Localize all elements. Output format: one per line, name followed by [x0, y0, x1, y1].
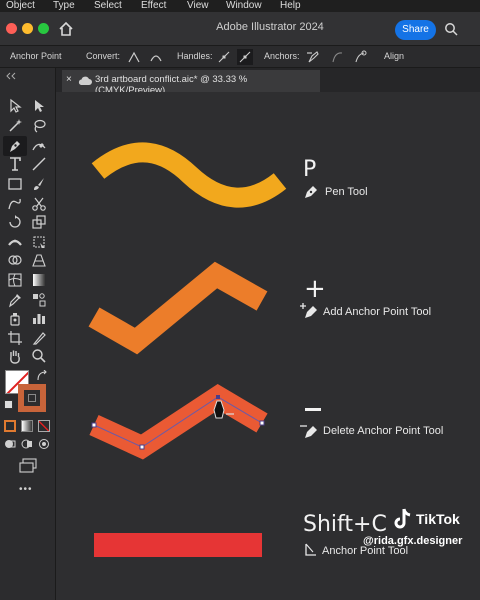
- menu-type[interactable]: Type: [53, 0, 75, 12]
- rectangle-tool-icon[interactable]: [7, 176, 23, 192]
- add-anchor-hotkey: +: [304, 274, 326, 304]
- gradient-tool-icon[interactable]: [31, 272, 47, 288]
- menu-object[interactable]: Object: [6, 0, 35, 12]
- direct-selection-tool-icon[interactable]: [31, 98, 47, 114]
- menu-view[interactable]: View: [187, 0, 209, 12]
- pen-hotkey: P: [303, 157, 317, 182]
- mesh-tool-icon[interactable]: [7, 272, 23, 288]
- anchor-point-tool-label-icon: [305, 543, 316, 556]
- anchor-point-hotkey: Shift+C: [303, 512, 387, 537]
- default-colors-icon[interactable]: [4, 400, 13, 409]
- add-anchor-tool-label-icon: [300, 303, 317, 318]
- menu-effect[interactable]: Effect: [141, 0, 166, 12]
- hand-tool-icon[interactable]: [7, 348, 23, 364]
- curvature-tool-icon[interactable]: [31, 138, 47, 154]
- menu-help[interactable]: Help: [280, 0, 301, 12]
- hide-handles-icon[interactable]: [237, 49, 253, 65]
- magic-wand-tool-icon[interactable]: [7, 118, 23, 134]
- zigzag-anchor-shape[interactable]: [80, 375, 280, 475]
- cloud-document-icon: [78, 76, 92, 85]
- convert-to-smooth-icon[interactable]: [148, 49, 164, 65]
- stroke-swatch[interactable]: [18, 384, 46, 412]
- handles-label: Handles:: [177, 51, 213, 61]
- close-tab-button[interactable]: ×: [66, 74, 72, 85]
- tiktok-logo-icon: [394, 508, 411, 529]
- column-graph-tool-icon[interactable]: [31, 310, 47, 326]
- draw-normal-icon[interactable]: [4, 438, 16, 450]
- watermark-handle: @rida.gfx.designer: [363, 535, 463, 547]
- anchors-label: Anchors:: [264, 51, 300, 61]
- delete-anchor-tool-label: Delete Anchor Point Tool: [323, 425, 444, 437]
- selection-tool-icon[interactable]: [7, 98, 23, 114]
- zigzag-shape[interactable]: [80, 255, 280, 365]
- scale-tool-icon[interactable]: [31, 214, 47, 230]
- slice-tool-icon[interactable]: [31, 330, 47, 346]
- delete-anchor-cursor-icon: [213, 400, 234, 419]
- pen-tool-icon[interactable]: [7, 138, 23, 154]
- convert-label: Convert:: [86, 51, 121, 61]
- more-tools-button[interactable]: •••: [19, 484, 33, 495]
- color-mode-icon[interactable]: [4, 420, 16, 432]
- scissors-tool-icon[interactable]: [31, 196, 47, 212]
- draw-behind-icon[interactable]: [21, 438, 33, 450]
- wave-shape[interactable]: [80, 135, 300, 220]
- add-anchor-tool-label: Add Anchor Point Tool: [323, 306, 432, 318]
- paintbrush-tool-icon[interactable]: [31, 176, 47, 192]
- stroke-inner: [28, 394, 36, 402]
- menu-window[interactable]: Window: [226, 0, 262, 12]
- show-handles-icon[interactable]: [216, 49, 232, 65]
- document-tab[interactable]: × 3rd artboard conflict.aic* @ 33.33 % (…: [62, 70, 320, 96]
- menu-bar: Object Type Select Effect View Window He…: [0, 0, 480, 12]
- control-bar: Anchor Point Convert: Handles: Anchors: …: [0, 46, 480, 68]
- lasso-tool-icon[interactable]: [31, 118, 47, 134]
- convert-to-corner-icon[interactable]: [126, 49, 142, 65]
- eyedropper-tool-icon[interactable]: [7, 292, 23, 308]
- none-mode-icon[interactable]: [38, 420, 50, 432]
- line-segment-tool-icon[interactable]: [31, 156, 47, 172]
- red-rectangle-shape[interactable]: [94, 533, 262, 557]
- symbol-sprayer-tool-icon[interactable]: [7, 310, 23, 326]
- type-tool-icon[interactable]: [7, 156, 23, 172]
- blend-tool-icon[interactable]: [31, 292, 47, 308]
- connect-path-icon[interactable]: [329, 49, 345, 65]
- free-transform-tool-icon[interactable]: [31, 234, 47, 250]
- title-bar: Adobe Illustrator 2024 Share: [0, 12, 480, 46]
- current-tool-name: Anchor Point: [10, 51, 62, 61]
- artboard-tool-icon[interactable]: [7, 330, 23, 346]
- align-button[interactable]: Align: [384, 51, 404, 61]
- delete-anchor-tool-label-icon: [300, 425, 317, 438]
- zoom-tool-icon[interactable]: [31, 348, 47, 364]
- draw-inside-icon[interactable]: [38, 438, 50, 450]
- document-tab-row: × 3rd artboard conflict.aic* @ 33.33 % (…: [0, 68, 480, 96]
- share-button[interactable]: Share: [395, 20, 436, 40]
- shaper-tool-icon[interactable]: [7, 196, 23, 212]
- remove-anchor-icon[interactable]: [305, 49, 321, 65]
- cut-path-icon[interactable]: [352, 49, 368, 65]
- gradient-mode-icon[interactable]: [21, 420, 33, 432]
- collapse-panel-icon[interactable]: [4, 72, 18, 80]
- pen-tool-label: Pen Tool: [325, 186, 368, 198]
- watermark-brand: TikTok: [416, 511, 460, 527]
- delete-anchor-hotkey-glyph: [305, 408, 321, 411]
- width-tool-icon[interactable]: [7, 234, 23, 250]
- swap-fill-stroke-icon[interactable]: [36, 370, 48, 382]
- search-icon[interactable]: [444, 22, 458, 36]
- pen-tool-label-icon: [305, 186, 317, 198]
- menu-select[interactable]: Select: [94, 0, 122, 12]
- screen-mode-icon[interactable]: [18, 458, 38, 474]
- perspective-grid-tool-icon[interactable]: [31, 252, 47, 268]
- rotate-tool-icon[interactable]: [7, 214, 23, 230]
- shape-builder-tool-icon[interactable]: [7, 252, 23, 268]
